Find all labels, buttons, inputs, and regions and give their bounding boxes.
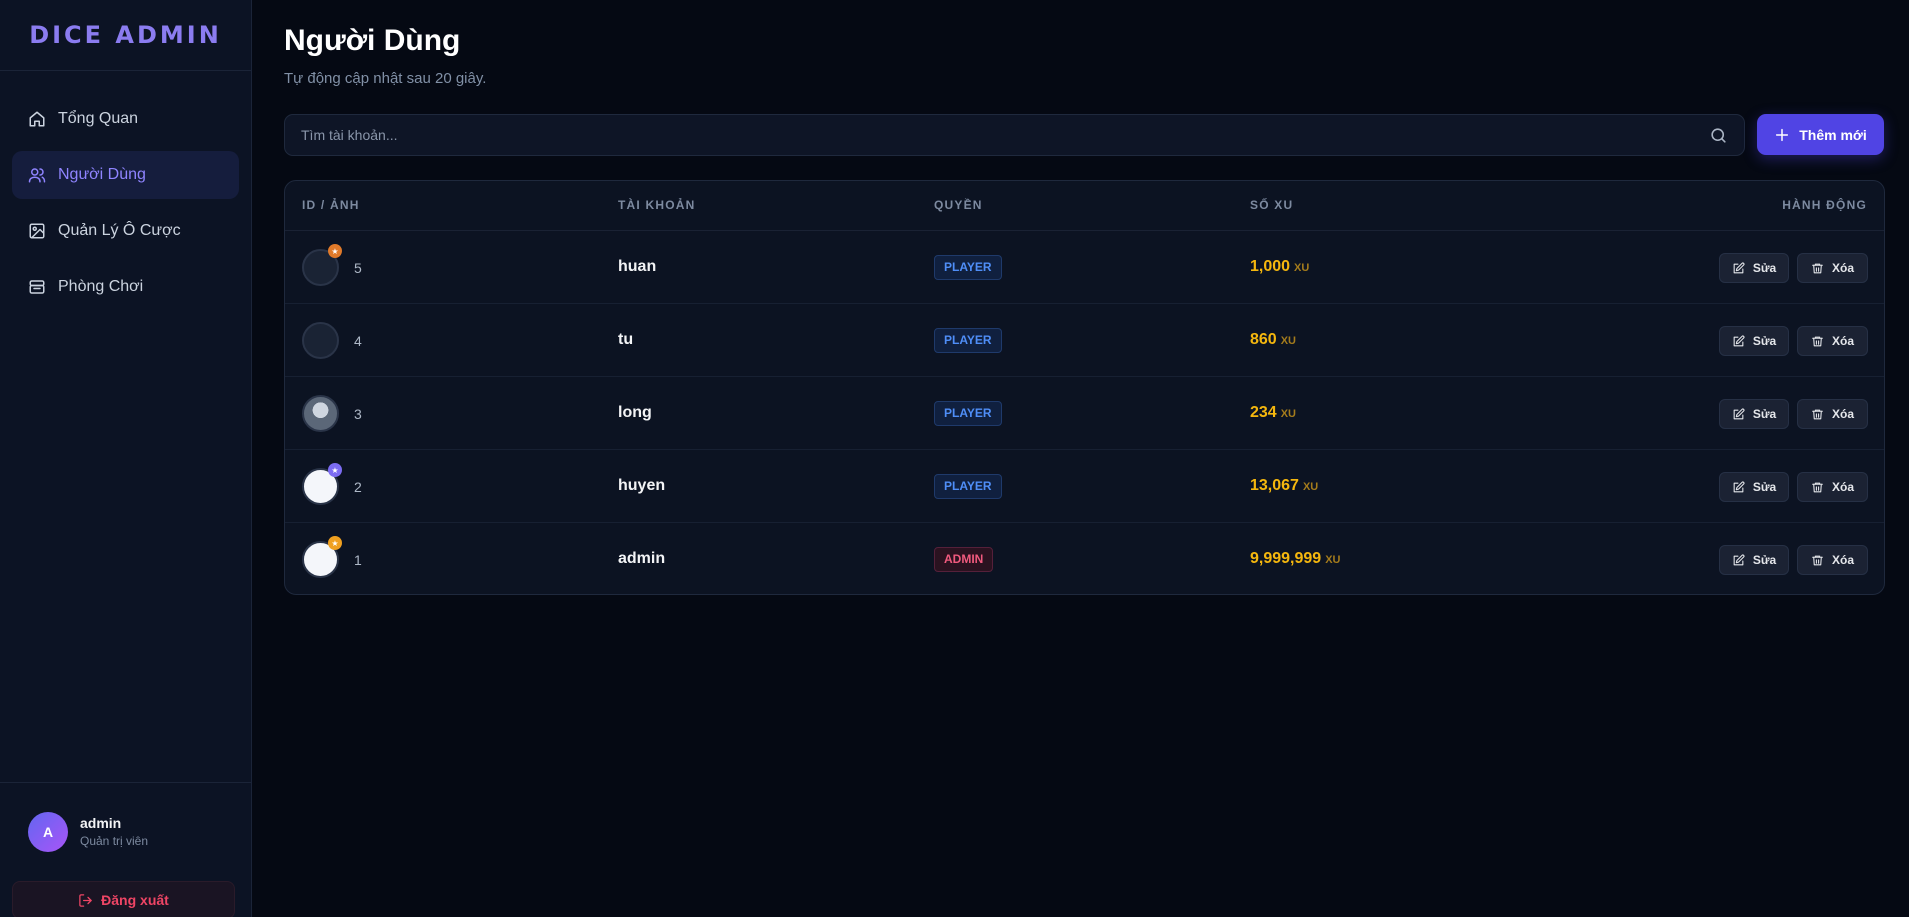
brand-logo: DICE ADMIN: [29, 21, 222, 49]
home-icon: [29, 111, 45, 127]
account-name: huyen: [618, 477, 666, 494]
sidebar: DICE ADMIN Tổng Quan Người Dùng Quản Lý …: [0, 0, 252, 917]
delete-button[interactable]: Xóa: [1797, 253, 1868, 283]
search-box: [284, 114, 1745, 156]
edit-icon: [1733, 553, 1745, 565]
column-header-role: QUYỀN: [934, 198, 983, 212]
edit-icon: [1733, 480, 1745, 492]
avatar: ★: [302, 536, 342, 578]
trash-icon: [1812, 263, 1823, 273]
sidebar-nav: Tổng Quan Người Dùng Quản Lý Ô Cược Phòn…: [0, 71, 251, 311]
sidebar-item-rooms[interactable]: Phòng Chơi: [12, 263, 239, 311]
column-header-coins: SỐ XU: [1250, 198, 1294, 212]
sidebar-item-users[interactable]: Người Dùng: [12, 151, 239, 199]
plus-icon: [1776, 128, 1789, 141]
coin-balance: 234 XU: [1250, 404, 1296, 421]
trash-icon: [1812, 555, 1823, 565]
sidebar-item-overview[interactable]: Tổng Quan: [12, 95, 239, 143]
image-icon: [29, 223, 45, 239]
add-new-button[interactable]: Thêm mới: [1757, 114, 1884, 155]
account-name: huan: [618, 258, 657, 275]
sidebar-item-label: Người Dùng: [58, 166, 146, 183]
coin-balance: 9,999,999 XU: [1250, 550, 1341, 567]
role-badge: PLAYER: [934, 401, 1002, 426]
users-icon: [28, 168, 46, 183]
role-badge: PLAYER: [934, 328, 1002, 353]
medal-icon: ★: [328, 463, 342, 477]
table-row: 4 tu PLAYER 860 XU Sửa Xóa: [285, 304, 1884, 377]
users-table: ID / ẢNH TÀI KHOẢN QUYỀN SỐ XU HÀNH ĐỘNG…: [284, 180, 1885, 595]
edit-icon: [1733, 261, 1745, 273]
table-header: ID / ẢNH TÀI KHOẢN QUYỀN SỐ XU HÀNH ĐỘNG: [285, 181, 1884, 231]
edit-icon: [1733, 334, 1745, 346]
role-badge: ADMIN: [934, 547, 994, 572]
avatar: A: [28, 812, 68, 852]
user-id: 5: [354, 260, 362, 276]
brand-header: DICE ADMIN: [0, 0, 251, 71]
account-name: tu: [618, 331, 634, 348]
table-row: ★ 1 admin ADMIN 9,999,999 XU Sửa Xóa: [285, 523, 1884, 594]
user-id: 2: [354, 479, 362, 495]
coin-balance: 13,067 XU: [1250, 477, 1319, 494]
coin-balance: 860 XU: [1250, 331, 1296, 348]
medal-icon: ★: [328, 244, 342, 258]
coin-balance: 1,000 XU: [1250, 258, 1310, 275]
role-badge: PLAYER: [934, 474, 1002, 499]
table-row: 3 long PLAYER 234 XU Sửa Xóa: [285, 377, 1884, 450]
account-name: long: [618, 404, 652, 421]
user-id: 4: [354, 333, 362, 349]
avatar: ★: [302, 244, 342, 286]
delete-button[interactable]: Xóa: [1797, 545, 1868, 575]
logout-label: Đăng xuất: [101, 892, 169, 908]
sidebar-item-label: Quản Lý Ô Cược: [58, 222, 181, 239]
delete-button[interactable]: Xóa: [1797, 472, 1868, 502]
user-role: Quản trị viên: [80, 834, 149, 848]
edit-button[interactable]: Sửa: [1719, 472, 1789, 502]
table-row: ★ 2 huyen PLAYER 13,067 XU Sửa Xóa: [285, 450, 1884, 523]
edit-button[interactable]: Sửa: [1719, 545, 1789, 575]
add-new-label: Thêm mới: [1799, 126, 1867, 143]
current-user: A admin Quản trị viên Đăng xuất: [0, 782, 251, 917]
delete-button[interactable]: Xóa: [1797, 399, 1868, 429]
user-name: admin: [80, 815, 122, 831]
sidebar-item-label: Tổng Quan: [58, 110, 139, 127]
trash-icon: [1812, 482, 1823, 492]
delete-button[interactable]: Xóa: [1797, 326, 1868, 356]
trash-icon: [1812, 336, 1823, 346]
edit-button[interactable]: Sửa: [1719, 399, 1789, 429]
logout-icon: [79, 893, 92, 907]
logout-button[interactable]: Đăng xuất: [12, 881, 235, 917]
trash-icon: [1812, 409, 1823, 419]
page-title: Người Dùng: [284, 24, 461, 57]
sidebar-item-bets[interactable]: Quản Lý Ô Cược: [12, 207, 239, 255]
avatar: ★: [302, 463, 342, 505]
search-icon[interactable]: [1709, 126, 1728, 145]
column-header-id: ID / ẢNH: [302, 198, 360, 212]
user-id: 1: [354, 552, 362, 568]
page-subtitle: Tự động cập nhật sau 20 giây.: [284, 70, 487, 87]
user-id: 3: [354, 406, 362, 422]
box-icon: [29, 280, 45, 294]
medal-icon: ★: [328, 536, 342, 550]
avatar: [302, 322, 339, 359]
edit-button[interactable]: Sửa: [1719, 326, 1789, 356]
avatar: [302, 395, 339, 432]
table-row: ★ 5 huan PLAYER 1,000 XU Sửa Xóa: [285, 231, 1884, 304]
sidebar-item-label: Phòng Chơi: [58, 278, 144, 295]
search-input[interactable]: [285, 115, 1744, 155]
role-badge: PLAYER: [934, 255, 1002, 280]
account-name: admin: [618, 550, 666, 567]
edit-button[interactable]: Sửa: [1719, 253, 1789, 283]
column-header-actions: HÀNH ĐỘNG: [1782, 198, 1867, 212]
edit-icon: [1733, 407, 1745, 419]
column-header-account: TÀI KHOẢN: [618, 198, 696, 212]
